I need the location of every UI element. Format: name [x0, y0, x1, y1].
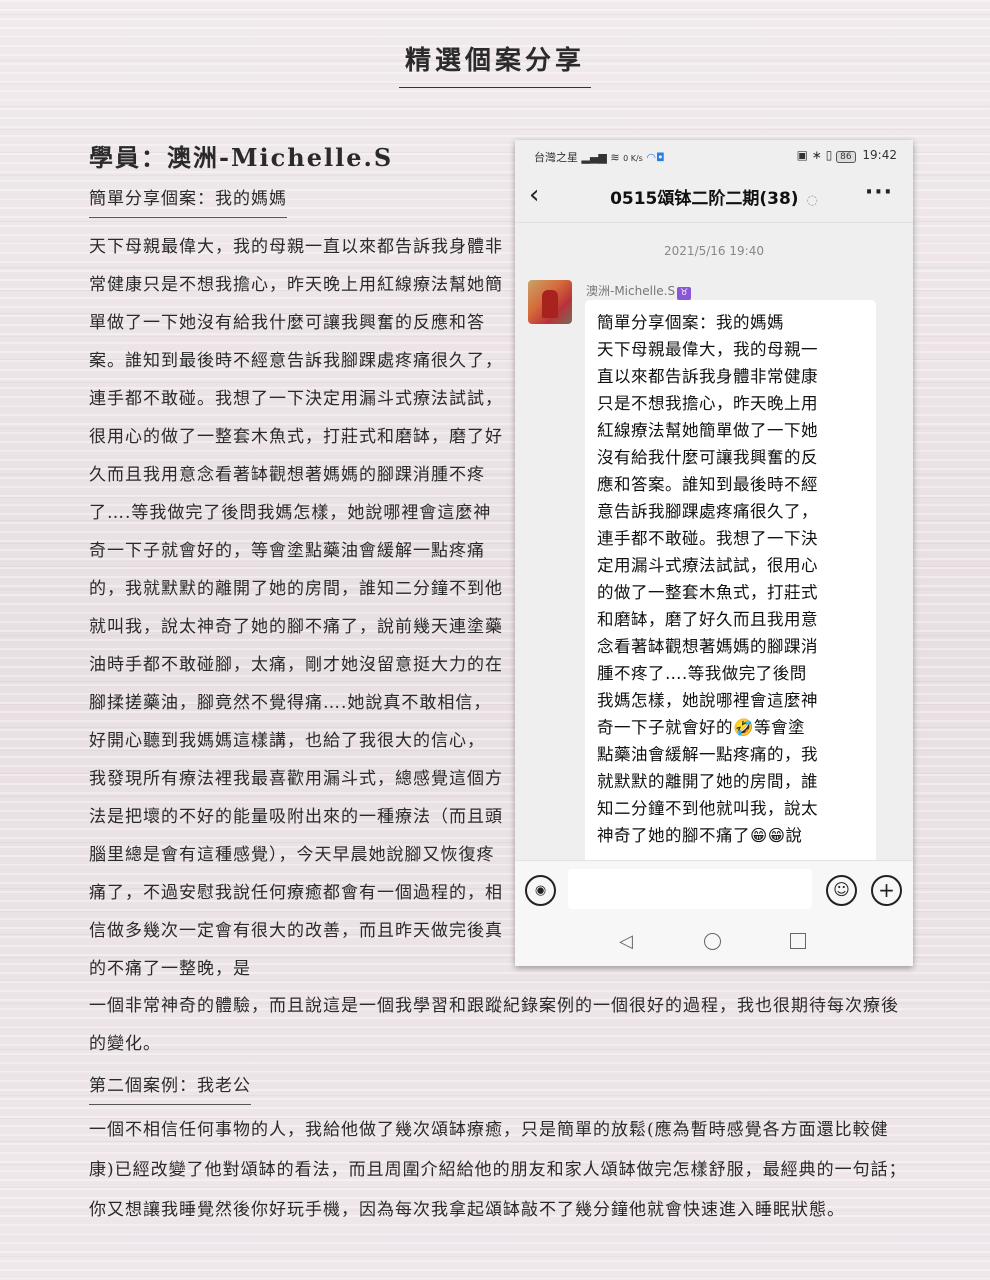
case1-text: 天下母親最偉大，我的母親一直以來都告訴我身體非常健康只是不想我擔心，昨天晚上用紅…	[89, 237, 503, 979]
message-line: 只是不想我擔心，昨天晚上用	[597, 394, 818, 413]
status-bar: 台灣之星 ▂▄▆ ≋ 0 K/s ◠◘ ▣ ∗ ▯ 86 19:42	[515, 140, 913, 170]
vibrate-icon: ▯	[825, 148, 833, 162]
battery-icon: 86	[836, 151, 856, 163]
message-line: 簡單分享個案：我的媽媽	[597, 313, 784, 332]
network-speed: 0 K/s	[623, 154, 643, 163]
status-right: ▣ ∗ ▯ 86 19:42	[797, 148, 897, 163]
emoji-icon[interactable]: ☺	[826, 875, 857, 906]
message-line: 的做了一整套木魚式，打莊式	[597, 583, 818, 602]
carrier-label: 台灣之星	[534, 151, 578, 164]
more-options-button[interactable]: ···	[865, 180, 893, 205]
case1-text-continued: 一個非常神奇的體驗，而且說這是一個我學習和跟蹤紀錄案例的一個很好的過程，我也很期…	[89, 996, 899, 1054]
clock: 19:42	[862, 148, 897, 162]
input-bar: ◉ ☺ +	[515, 860, 913, 919]
message-line: 點藥油會緩解一點疼痛的，我	[597, 745, 818, 764]
message-line: 應和答案。誰知到最後時不經	[597, 475, 818, 494]
page-title: 精選個案分享	[0, 40, 990, 88]
page-title-text: 精選個案分享	[398, 40, 591, 88]
app-notification-icon: ◠◘	[646, 151, 665, 164]
signal-icon: ▂▄▆	[581, 151, 607, 164]
avatar[interactable]	[528, 280, 572, 324]
message-line: 直以來都告訴我身體非常健康	[597, 367, 818, 386]
message-bubble[interactable]: 簡單分享個案：我的媽媽天下母親最偉大，我的母親一 直以來都告訴我身體非常健康 只是不…	[585, 300, 876, 869]
chat-title-text: 0515頌钵二阶二期(38)	[610, 189, 799, 209]
message-line: 紅線療法幫她簡單做了一下她	[597, 421, 818, 440]
case2-heading: 第二個案例：我老公	[89, 1071, 251, 1105]
message-line: 奇一下子就會好的🤣等會塗	[597, 718, 806, 737]
message-line: 腫不疼了….等我做完了後問	[597, 664, 807, 683]
message-input[interactable]	[568, 869, 812, 909]
sender-name-text: 澳洲-Michelle.S	[586, 284, 676, 298]
message-line: 天下母親最偉大，我的母親一	[597, 340, 818, 359]
chat-header: ‹ 0515頌钵二阶二期(38) ◌ ···	[515, 170, 913, 223]
triangle-back-icon[interactable]: ◁	[619, 931, 633, 952]
nfc-icon: ▣	[796, 148, 808, 162]
message-line: 就默默的離開了她的房間，誰	[597, 772, 818, 791]
status-left: 台灣之星 ▂▄▆ ≋ 0 K/s ◠◘	[534, 149, 665, 165]
chat-title: 0515頌钵二阶二期(38) ◌	[515, 184, 913, 209]
system-navigation-bar: ◁	[515, 918, 913, 966]
wifi-icon: ≋	[610, 151, 620, 164]
zodiac-badge-icon: ♉	[677, 287, 692, 300]
student-title: 學員：澳洲-Michelle.S	[89, 143, 394, 172]
message-line: 念看著缽觀想著媽媽的腳踝消	[597, 637, 818, 656]
message-timestamp: 2021/5/16 19:40	[664, 244, 764, 258]
square-recents-icon[interactable]	[790, 933, 806, 949]
message-line: 定用漏斗式療法試試，很用心	[597, 556, 818, 575]
message-line: 和磨缽，磨了好久而且我用意	[597, 610, 818, 629]
voice-input-icon[interactable]: ◉	[525, 875, 556, 906]
ear-icon: ◌	[806, 193, 818, 208]
message-line: 知二分鐘不到他就叫我，說太	[597, 799, 818, 818]
case1-heading: 簡單分享個案：我的媽媽	[89, 184, 287, 218]
circle-home-icon[interactable]	[704, 933, 721, 950]
sender-name: 澳洲-Michelle.S ♉	[586, 282, 692, 300]
message-line: 連手都不敢碰。我想了一下決	[597, 529, 818, 548]
message-line: 我媽怎樣，她說哪裡會這麼神	[597, 691, 818, 710]
chat-screenshot: 台灣之星 ▂▄▆ ≋ 0 K/s ◠◘ ▣ ∗ ▯ 86 19:42 ‹ 051…	[515, 140, 913, 966]
message-line: 意告訴我腳踝處疼痛很久了，	[597, 502, 818, 521]
message-line: 神奇了她的腳不痛了😁😁說	[597, 826, 803, 845]
bluetooth-icon: ∗	[811, 148, 822, 162]
case2-text: 一個不相信任何事物的人，我給他做了幾次頌缽療癒，只是簡單的放鬆(應為暫時感覺各方…	[89, 1120, 907, 1220]
plus-icon[interactable]: +	[871, 875, 902, 906]
message-line: 沒有給我什麼可讓我興奮的反	[597, 448, 818, 467]
